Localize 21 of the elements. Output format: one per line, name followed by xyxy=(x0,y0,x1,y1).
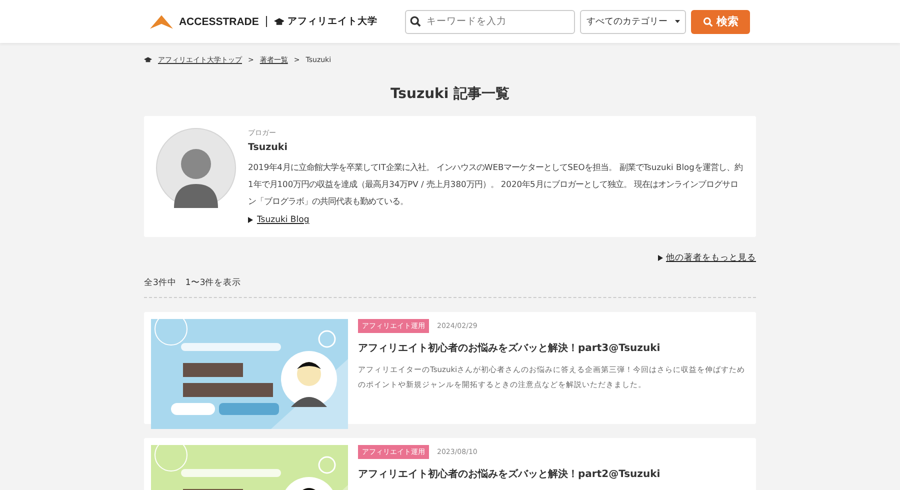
page-title: Tsuzuki 記事一覧 xyxy=(389,85,511,103)
graduation-cap-icon xyxy=(144,57,152,63)
search-icon xyxy=(410,16,422,26)
search-icon xyxy=(702,16,713,26)
triangle-icon xyxy=(248,217,253,223)
author-bio: 2019年4月に立命館大学を卒業してIT企業に入社。 インハウスのWEBマーケターとしてSEOを担当。 副業でTsuzuki Blogを運営し、約1年で月100万円の収益を達成（最高月34万PV / 売上月380万円）。 2020年5月にブロガーとして独立。 現在はオンラインブログサロン「ブログラボ」の共同代表も勤めている。 xyxy=(248,161,744,208)
site-name: アフィリエイト大学 xyxy=(287,15,378,28)
search-field[interactable]: キーワードを入力 xyxy=(405,10,576,34)
triangle-icon xyxy=(658,255,663,261)
blog-link[interactable]: Tsuzuki Blog xyxy=(257,215,310,225)
avatar-icon xyxy=(156,128,236,208)
graduation-cap-icon xyxy=(274,18,284,26)
author-name: Tsuzuki xyxy=(248,142,289,153)
more-authors-link[interactable]: 他の著者をもっと見る xyxy=(666,252,756,264)
article-title: アフィリエイト初心者のお悩みをズバッと解決！part3@Tsuzuki xyxy=(358,341,662,355)
category-select[interactable]: すべてのカテゴリー xyxy=(580,10,686,34)
logo-text: ACCESSTRADE xyxy=(178,16,259,28)
caret-icon xyxy=(675,20,680,23)
logo-icon xyxy=(150,14,173,28)
article-title: アフィリエイト初心者のお悩みをズバッと解決！part2@Tsuzuki xyxy=(358,467,660,481)
result-count: 全3件中 1〜3件を表示 xyxy=(144,277,756,298)
